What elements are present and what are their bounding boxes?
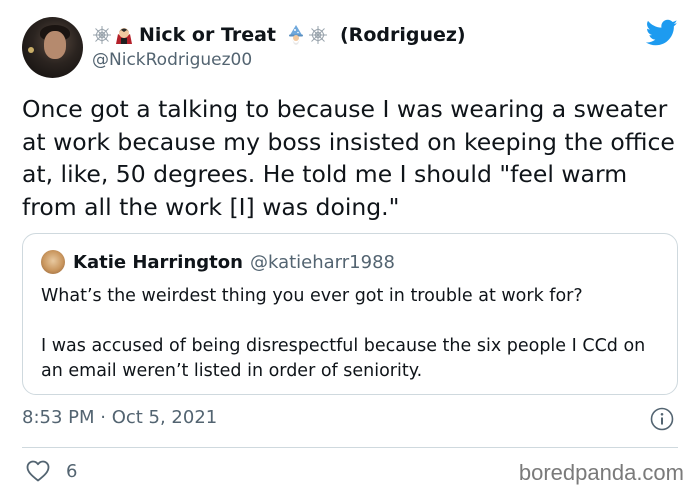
spider-web-icon (93, 26, 111, 44)
author-avatar[interactable] (22, 17, 83, 78)
spider-web-icon (309, 26, 327, 44)
vampire-icon (116, 28, 132, 44)
quoted-paragraph: I was accused of being disrespectful bec… (41, 336, 646, 381)
quoted-author-avatar (41, 250, 65, 274)
watermark: boredpanda.com (518, 460, 684, 485)
quoted-tweet-text: What’s the weirdest thing you ever got i… (41, 284, 661, 384)
mage-icon (289, 25, 303, 45)
tweet-header: Nick or Treat (Rodriguez) @NickRodriguez… (22, 17, 682, 81)
author-display-name[interactable]: Nick or Treat (Rodriguez) (92, 23, 466, 47)
quoted-tweet-header: Katie Harrington @katieharr1988 (41, 250, 395, 274)
author-names: Nick or Treat (Rodriguez) @NickRodriguez… (92, 23, 466, 70)
heart-icon[interactable] (26, 460, 50, 482)
tweet-card: Nick or Treat (Rodriguez) @NickRodriguez… (0, 0, 700, 499)
divider (22, 447, 678, 448)
quoted-tweet[interactable]: Katie Harrington @katieharr1988 What’s t… (22, 233, 678, 395)
display-name-suffix: (Rodriguez) (340, 24, 466, 46)
quoted-author-name: Katie Harrington (73, 251, 243, 273)
quoted-author-handle: @katieharr1988 (249, 251, 395, 273)
display-name-text: Nick or Treat (139, 24, 276, 46)
tweet-text: Once got a talking to because I was wear… (22, 95, 675, 221)
tweet-timestamp[interactable]: 8:53 PM · Oct 5, 2021 (22, 407, 217, 428)
author-handle[interactable]: @NickRodriguez00 (92, 50, 466, 70)
twitter-bird-icon[interactable] (646, 19, 678, 47)
info-icon[interactable] (650, 407, 674, 431)
like-action[interactable]: 6 (26, 460, 77, 482)
quoted-paragraph: What’s the weirdest thing you ever got i… (41, 286, 583, 306)
like-count: 6 (66, 460, 78, 482)
